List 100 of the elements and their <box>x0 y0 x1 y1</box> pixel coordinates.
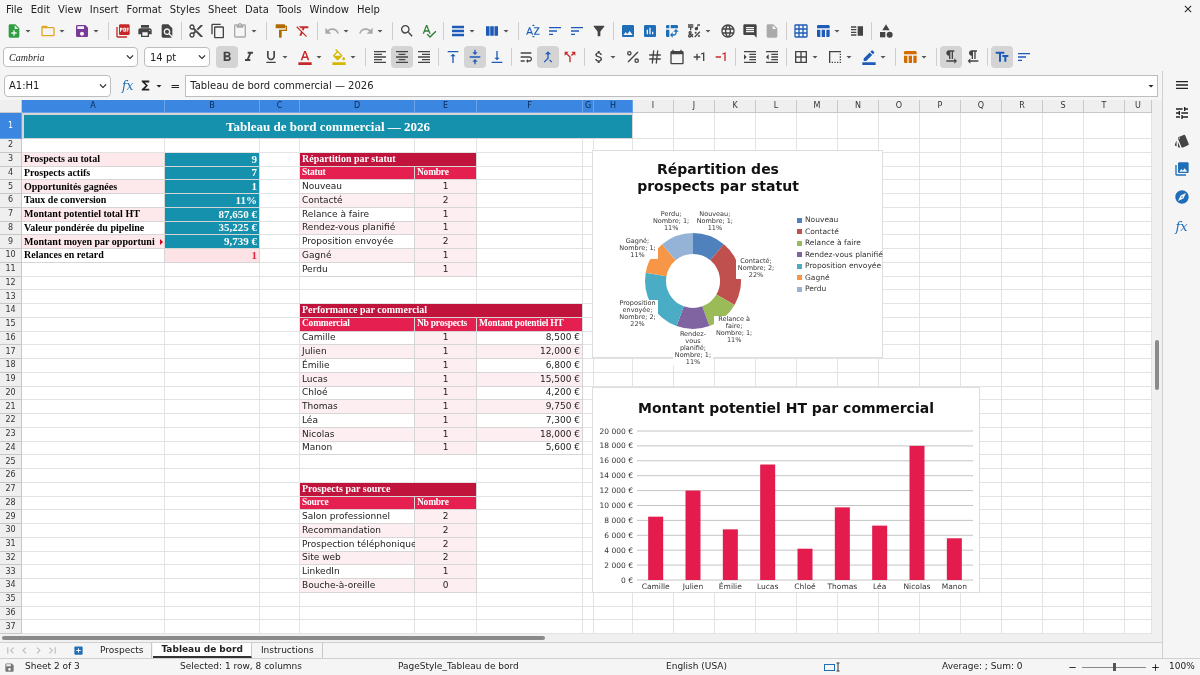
sheet-tab[interactable]: Instructions <box>252 643 323 658</box>
font-name-field[interactable]: Cambria <box>3 47 138 67</box>
column-header[interactable]: J <box>674 100 715 113</box>
row-header[interactable]: 22 <box>0 414 22 428</box>
navigator-icon[interactable] <box>1173 189 1190 205</box>
bold-button[interactable] <box>216 46 238 68</box>
print-icon <box>137 22 153 39</box>
row-header[interactable]: 21 <box>0 400 22 414</box>
column-header[interactable]: I <box>633 100 674 113</box>
row-header[interactable]: 18 <box>0 359 22 373</box>
bar <box>722 529 738 580</box>
formula-button[interactable]: = <box>170 76 181 95</box>
zoom-thumb[interactable] <box>1112 663 1116 671</box>
fit-text-button[interactable] <box>991 46 1013 68</box>
row-header[interactable]: 9 <box>0 235 22 249</box>
selection-mode-icon[interactable] <box>824 662 842 672</box>
column-header[interactable]: C <box>260 100 300 113</box>
align-center-button[interactable] <box>391 46 413 68</box>
selection-status: Selected: 1 row, 8 columns <box>180 660 303 674</box>
table-cell: Julien <box>300 345 415 359</box>
column-header[interactable]: O <box>879 100 920 113</box>
row-header[interactable]: 10 <box>0 249 22 263</box>
column-header[interactable]: D <box>300 100 415 113</box>
row-header[interactable]: 14 <box>0 304 22 318</box>
row-header[interactable]: 5 <box>0 180 22 194</box>
wrap-text-icon <box>518 49 534 65</box>
fit-text-icon <box>994 49 1010 65</box>
column-header[interactable]: F <box>477 100 583 113</box>
align-top-icon <box>445 49 461 65</box>
menu-item[interactable]: Sheet <box>204 1 242 17</box>
sheet-tab[interactable]: Prospects <box>92 643 153 658</box>
column-header[interactable]: M <box>797 100 838 113</box>
row-header[interactable]: 37 <box>0 620 22 634</box>
column-header[interactable]: U <box>1125 100 1152 113</box>
formula-input[interactable]: Tableau de bord commercial — 2026 <box>185 74 1158 97</box>
align-center-icon <box>394 49 410 65</box>
kpi-label: Relances en retard <box>22 249 165 263</box>
right-to-left-icon <box>965 49 981 65</box>
sheet-tab[interactable]: Tableau de bord <box>153 643 252 658</box>
table-cell: 1 <box>415 180 477 194</box>
column-header[interactable]: Q <box>961 100 1002 113</box>
row-header[interactable]: 6 <box>0 194 22 208</box>
column-header[interactable]: T <box>1084 100 1125 113</box>
column-header[interactable]: S <box>1043 100 1084 113</box>
row-header[interactable]: 33 <box>0 565 22 579</box>
indent-decrease-icon <box>764 49 780 65</box>
table-cell: Salon professionnel <box>300 510 415 524</box>
menu-item[interactable]: Tools <box>272 1 306 17</box>
horizontal-scrollbar[interactable] <box>0 634 1162 642</box>
row-header[interactable]: 2 <box>0 139 22 153</box>
table-cell: 9,750 € <box>477 400 583 414</box>
column-header[interactable]: A <box>22 100 165 113</box>
row-header[interactable]: 30 <box>0 524 22 538</box>
left-to-right-button[interactable] <box>940 46 962 68</box>
row-header[interactable]: 1 <box>0 113 22 139</box>
functions-button[interactable]: fx <box>1175 217 1188 237</box>
table-cell: 1 <box>415 345 477 359</box>
styles-icon[interactable] <box>1173 133 1190 149</box>
menu-item[interactable]: Data <box>241 1 273 17</box>
menu-item[interactable]: File <box>2 1 27 17</box>
column-header[interactable]: H <box>594 100 633 113</box>
gallery-icon[interactable] <box>1173 161 1190 177</box>
menu-item[interactable]: Insert <box>85 1 123 17</box>
row-header[interactable]: 13 <box>0 290 22 304</box>
kpi-value: 9,739 € <box>165 235 260 249</box>
row-header[interactable]: 29 <box>0 510 22 524</box>
column-header[interactable]: B <box>165 100 260 113</box>
merge-center-button[interactable] <box>537 46 559 68</box>
add-sheet-icon[interactable] <box>73 645 84 656</box>
menu-item[interactable]: Help <box>353 1 384 17</box>
column-header[interactable]: P <box>920 100 961 113</box>
unmerge-icon <box>562 49 578 65</box>
align-bottom-icon <box>489 49 505 65</box>
zoom-in-icon[interactable] <box>1150 661 1161 673</box>
vertical-scrollbar[interactable] <box>1152 100 1162 634</box>
column-header[interactable]: N <box>838 100 879 113</box>
menu-item[interactable]: Window <box>305 1 353 17</box>
menu-item[interactable]: Styles <box>165 1 205 17</box>
row-header[interactable]: 26 <box>0 469 22 483</box>
column-header[interactable]: K <box>715 100 756 113</box>
align-middle-button[interactable] <box>464 46 486 68</box>
column-header[interactable]: R <box>1002 100 1043 113</box>
column-header[interactable]: E <box>415 100 477 113</box>
font-size-field[interactable]: 14 pt <box>144 47 210 67</box>
menu-item[interactable]: Format <box>122 1 166 17</box>
row-header[interactable]: 25 <box>0 455 22 469</box>
row-header[interactable]: 17 <box>0 345 22 359</box>
menu-item[interactable]: Edit <box>26 1 55 17</box>
borders-icon <box>793 49 809 65</box>
name-box[interactable]: A1:H1 <box>4 74 111 97</box>
close-icon[interactable] <box>1182 3 1194 15</box>
function-wizard-button[interactable]: fx <box>122 76 134 95</box>
pivot-table-icon <box>664 22 680 39</box>
menu-item[interactable]: View <box>54 1 86 17</box>
zoom-slider[interactable] <box>1082 663 1146 671</box>
table-cell: Gagné <box>300 249 415 263</box>
print-preview-icon <box>159 22 175 39</box>
column-header[interactable]: L <box>756 100 797 113</box>
properties-icon[interactable] <box>1173 105 1190 121</box>
row-header[interactable]: 34 <box>0 579 22 593</box>
